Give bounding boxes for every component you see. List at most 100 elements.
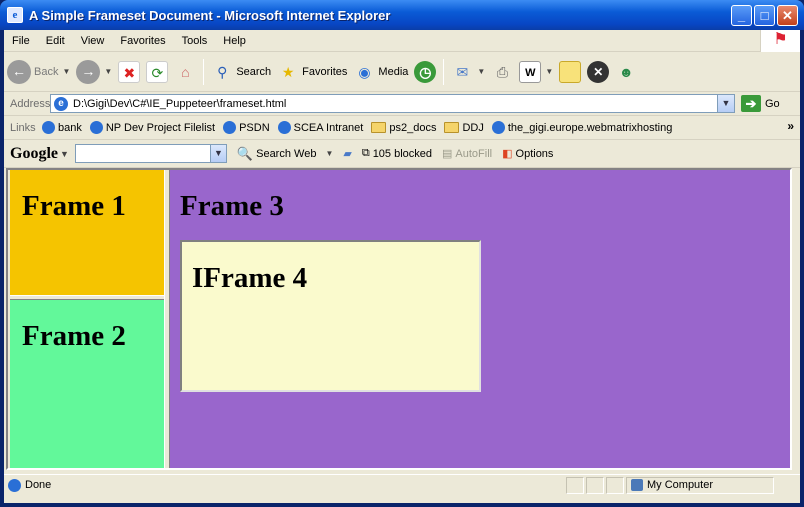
chevron-down-icon[interactable]: ▼ xyxy=(104,67,112,76)
mail-button[interactable]: ✉ ▼ xyxy=(451,61,486,83)
options-label: Options xyxy=(515,147,554,160)
window-title: A Simple Frameset Document - Microsoft I… xyxy=(29,7,391,23)
print-icon: ⎙ xyxy=(496,63,508,80)
media-button[interactable]: ◉ Media xyxy=(353,61,408,83)
menu-favorites[interactable]: Favorites xyxy=(112,35,173,47)
chevron-down-icon[interactable]: ▼ xyxy=(62,67,70,76)
research-icon: ✕ xyxy=(587,60,610,83)
ie-page-icon xyxy=(89,121,103,134)
toolbar-separator xyxy=(203,58,205,85)
back-button[interactable]: ← Back ▼ xyxy=(7,59,70,84)
popup-blocker-icon: ⧉ xyxy=(361,147,370,159)
chevron-down-icon: ▼ xyxy=(60,148,69,159)
chevron-down-icon[interactable]: ▼ xyxy=(717,95,734,112)
media-globe-icon: ◉ xyxy=(358,63,371,80)
zone-indicator[interactable]: My Computer xyxy=(626,476,774,494)
menu-file[interactable]: File xyxy=(4,35,38,47)
search-web-button[interactable]: 🔍 Search Web ▼ xyxy=(237,146,333,162)
frame-2[interactable]: Frame 2 xyxy=(10,300,164,468)
home-icon: ⌂ xyxy=(181,63,190,80)
options-icon: ◧ xyxy=(502,148,513,160)
research-button[interactable]: ✕ xyxy=(587,60,610,83)
link-ps2-docs[interactable]: ps2_docs xyxy=(371,122,436,134)
page-frameset: Frame 1 Frame 2 Frame 3 IFrame 4 xyxy=(6,168,792,470)
folder-icon xyxy=(371,122,387,133)
print-button[interactable]: ⎙ xyxy=(491,61,513,83)
link-ddj[interactable]: DDJ xyxy=(444,121,484,134)
favorites-label: Favorites xyxy=(302,65,348,78)
blocked-count: 105 blocked xyxy=(372,147,433,160)
minimize-button[interactable]: _ xyxy=(731,5,752,26)
computer-icon xyxy=(631,479,643,491)
status-cell xyxy=(586,476,604,494)
link-label: SCEA Intranet xyxy=(293,121,364,134)
google-search-input[interactable]: ▼ xyxy=(74,144,227,163)
popup-blocker-button[interactable]: ⧉ 105 blocked xyxy=(362,147,432,160)
autofill-button[interactable]: ▤ AutoFill xyxy=(442,147,492,161)
media-label: Media xyxy=(378,65,409,78)
link-bank[interactable]: bank xyxy=(42,121,82,134)
frame-3[interactable]: Frame 3 IFrame 4 xyxy=(170,170,790,468)
google-logo[interactable]: Google ▼ xyxy=(10,145,69,163)
edit-button[interactable]: W ▼ xyxy=(519,60,553,83)
address-input[interactable]: e D:\Gigi\Dev\C#\IE_Puppeteer\frameset.h… xyxy=(50,94,735,113)
favorites-button[interactable]: ★ Favorites xyxy=(277,61,348,83)
refresh-icon: ⟳ xyxy=(146,60,169,83)
menu-tools[interactable]: Tools xyxy=(174,35,216,47)
history-button[interactable]: ◷ xyxy=(414,60,437,83)
links-bar: Links bank NP Dev Project Filelist PSDN … xyxy=(4,116,800,140)
maximize-button[interactable]: □ xyxy=(754,5,775,26)
search-label: Search xyxy=(236,65,272,78)
link-label: PSDN xyxy=(239,121,270,134)
autofill-icon: ▤ xyxy=(442,148,453,160)
frame-1[interactable]: Frame 1 xyxy=(10,170,164,295)
chevron-down-icon[interactable]: ▼ xyxy=(209,145,226,162)
menu-edit[interactable]: Edit xyxy=(38,35,73,47)
go-label: Go xyxy=(765,97,780,110)
discuss-button[interactable] xyxy=(559,60,582,83)
standard-toolbar: ← Back ▼ → ▼ ✖ ⟳ ⌂ ⚲ Search ★ Favorites ◉ Med… xyxy=(4,52,800,92)
links-more-chevron[interactable]: » xyxy=(787,119,794,133)
search-web-label: Search Web xyxy=(256,147,317,160)
chevron-down-icon[interactable]: ▼ xyxy=(545,67,553,76)
star-icon: ★ xyxy=(281,63,295,80)
zone-label: My Computer xyxy=(647,479,714,491)
status-text: Done xyxy=(25,479,52,491)
browser-chrome: File Edit View Favorites Tools Help ⚑ ← … xyxy=(4,30,800,503)
pagerank-button[interactable]: ▰ xyxy=(343,147,351,160)
chevron-down-icon[interactable]: ▼ xyxy=(325,149,333,158)
go-arrow-icon: ➔ xyxy=(741,95,761,112)
menu-view[interactable]: View xyxy=(73,35,113,47)
refresh-button[interactable]: ⟳ xyxy=(146,60,169,83)
menu-help[interactable]: Help xyxy=(215,35,254,47)
status-cell xyxy=(606,476,624,494)
back-arrow-icon: ← xyxy=(7,59,31,84)
ie-page-icon xyxy=(223,121,237,134)
close-button[interactable]: ✕ xyxy=(777,5,798,26)
link-np-dev[interactable]: NP Dev Project Filelist xyxy=(89,121,215,134)
ie-app-icon: e xyxy=(7,7,23,23)
ie-page-icon xyxy=(491,121,505,134)
frame-2-heading: Frame 2 xyxy=(22,320,126,352)
title-bar[interactable]: e A Simple Frameset Document - Microsoft… xyxy=(0,0,804,30)
mail-icon: ✉ xyxy=(456,63,469,80)
chevron-down-icon[interactable]: ▼ xyxy=(477,67,485,76)
ie-page-icon xyxy=(42,121,55,134)
options-button[interactable]: ◧ Options xyxy=(502,147,554,161)
go-button[interactable]: ➔ Go xyxy=(741,95,780,112)
messenger-button[interactable]: ☻ xyxy=(615,61,637,83)
link-psdn[interactable]: PSDN xyxy=(223,121,270,134)
iframe-4[interactable]: IFrame 4 xyxy=(180,240,481,392)
frame-1-heading: Frame 1 xyxy=(22,190,126,222)
ie-page-icon xyxy=(8,478,21,492)
link-the-gigi[interactable]: the_gigi.europe.webmatrixhosting xyxy=(491,121,672,134)
link-label: DDJ xyxy=(462,121,484,134)
history-icon: ◷ xyxy=(414,60,437,83)
link-scea[interactable]: SCEA Intranet xyxy=(277,121,364,134)
menu-bar: File Edit View Favorites Tools Help ⚑ xyxy=(4,30,800,52)
search-button[interactable]: ⚲ Search xyxy=(211,61,271,83)
stop-button[interactable]: ✖ xyxy=(118,60,141,83)
home-button[interactable]: ⌂ xyxy=(174,61,196,83)
forward-button[interactable]: → ▼ xyxy=(76,59,112,84)
page-icon: e xyxy=(54,97,68,111)
